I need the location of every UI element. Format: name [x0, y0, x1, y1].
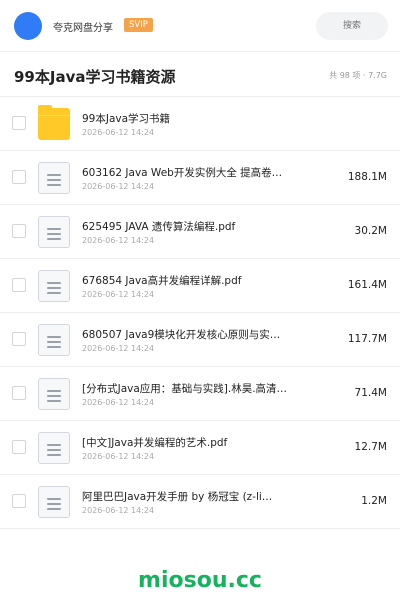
file-name: [中文]Java并发编程的艺术.pdf [82, 437, 228, 449]
document-icon [38, 216, 70, 248]
file-size: 71.4M [354, 387, 387, 399]
select-checkbox[interactable] [12, 224, 26, 238]
select-checkbox[interactable] [12, 278, 26, 292]
search-input[interactable] [316, 12, 388, 40]
file-size: 12.7M [354, 441, 387, 453]
list-item[interactable]: [中文]Java并发编程的艺术.pdf 2026-06-12 14:24 12.… [0, 421, 400, 475]
watermark: miosou.cc [138, 568, 262, 593]
file-size: 161.4M [347, 279, 387, 291]
file-name: 680507 Java9模块化开发核心原则与实践.… [82, 329, 288, 341]
file-date: 2026-06-12 14:24 [82, 344, 155, 353]
document-icon [38, 324, 70, 356]
avatar[interactable] [14, 12, 42, 40]
folder-icon [38, 105, 70, 140]
file-date: 2026-06-12 14:24 [82, 452, 155, 461]
select-checkbox[interactable] [12, 116, 26, 130]
list-item[interactable]: 603162 Java Web开发实例大全 提高卷… 2026-06-12 14… [0, 151, 400, 205]
list-item[interactable]: 625495 JAVA 遗传算法编程.pdf 2026-06-12 14:24 … [0, 205, 400, 259]
top-header: 夸克网盘分享 SVIP [0, 0, 400, 52]
file-name: 676854 Java高并发编程详解.pdf [82, 275, 242, 287]
list-item[interactable]: 99本Java学习书籍 2026-06-12 14:24 [0, 97, 400, 151]
document-icon [38, 162, 70, 194]
list-item[interactable]: 680507 Java9模块化开发核心原则与实践.… 2026-06-12 14… [0, 313, 400, 367]
file-list: 99本Java学习书籍 2026-06-12 14:24 603162 Java… [0, 97, 400, 529]
select-checkbox[interactable] [12, 494, 26, 508]
file-name: 603162 Java Web开发实例大全 提高卷… [82, 167, 283, 179]
page-title: 99本Java学习书籍资源 [14, 68, 176, 86]
list-item[interactable]: 阿里巴巴Java开发手册 by 杨冠宝 (z-li… 2026-06-12 14… [0, 475, 400, 529]
document-icon [38, 432, 70, 464]
file-date: 2026-06-12 14:24 [82, 182, 155, 191]
folder-title-bar: 99本Java学习书籍资源 共 98 项 · 7.7G [0, 52, 400, 97]
document-icon [38, 486, 70, 518]
file-date: 2026-06-12 14:24 [82, 506, 155, 515]
file-size: 30.2M [354, 225, 387, 237]
list-item[interactable]: [分布式Java应用：基础与实践].林昊.高清文字… 2026-06-12 14… [0, 367, 400, 421]
select-checkbox[interactable] [12, 170, 26, 184]
file-date: 2026-06-12 14:24 [82, 128, 155, 137]
file-size: 188.1M [347, 171, 387, 183]
select-checkbox[interactable] [12, 440, 26, 454]
select-checkbox[interactable] [12, 332, 26, 346]
file-date: 2026-06-12 14:24 [82, 290, 155, 299]
list-item[interactable]: 676854 Java高并发编程详解.pdf 2026-06-12 14:24 … [0, 259, 400, 313]
file-date: 2026-06-12 14:24 [82, 398, 155, 407]
file-name: [分布式Java应用：基础与实践].林昊.高清文字… [82, 383, 288, 395]
file-size: 117.7M [347, 333, 387, 345]
svip-badge: SVIP [124, 18, 153, 32]
document-icon [38, 378, 70, 410]
folder-meta: 共 98 项 · 7.7G [329, 71, 387, 80]
file-date: 2026-06-12 14:24 [82, 236, 155, 245]
brand-name: 夸克网盘分享 [53, 23, 113, 34]
file-size: 1.2M [361, 495, 387, 507]
file-name: 阿里巴巴Java开发手册 by 杨冠宝 (z-li… [82, 491, 273, 503]
document-icon [38, 270, 70, 302]
file-name: 99本Java学习书籍 [82, 113, 171, 125]
file-name: 625495 JAVA 遗传算法编程.pdf [82, 221, 236, 233]
select-checkbox[interactable] [12, 386, 26, 400]
